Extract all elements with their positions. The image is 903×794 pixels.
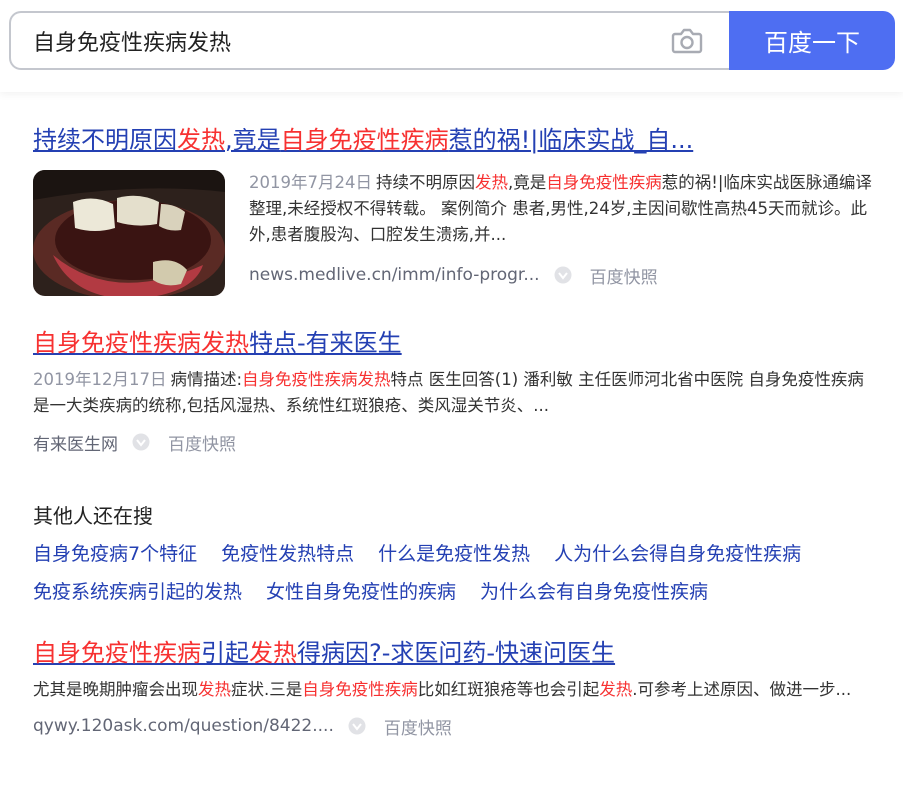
result-snippet-1: 2019年7月24日 持续不明原因发热,竟是自身免疫性疾病惹的祸!|临床实战医脉通… bbox=[249, 170, 879, 248]
text-segment: 症状.三是 bbox=[231, 680, 303, 699]
text-segment: 得病因?-求医问药-快速问医生 bbox=[297, 639, 616, 667]
search-input[interactable] bbox=[33, 13, 653, 68]
search-header: 百度一下 bbox=[0, 0, 903, 92]
text-segment: 持续不明原因 bbox=[376, 173, 475, 192]
cache-link-3[interactable]: 百度快照 bbox=[384, 714, 452, 739]
result-source-row-3: qywy.120ask.com/question/8422.... 百度快照 bbox=[33, 713, 873, 739]
result-date-1: 2019年7月24日 bbox=[249, 173, 372, 192]
result-source-2[interactable]: 有来医生网 bbox=[33, 430, 118, 455]
text-segment: ,竟是 bbox=[225, 126, 281, 154]
text-segment: 病情描述: bbox=[170, 370, 243, 389]
highlighted-keyword: 发热 bbox=[177, 126, 225, 154]
result-source-row-1: news.medlive.cn/imm/info-progr... 百度快照 bbox=[249, 262, 879, 288]
related-search-link[interactable]: 人为什么会得自身免疫性疾病 bbox=[554, 539, 801, 566]
search-box[interactable] bbox=[9, 11, 733, 70]
shield-icon[interactable] bbox=[348, 717, 366, 735]
related-search-link[interactable]: 免疫性发热特点 bbox=[221, 539, 354, 566]
highlighted-keyword: 自身免疫性疾病 bbox=[302, 680, 418, 699]
cache-link-2[interactable]: 百度快照 bbox=[168, 430, 236, 455]
cache-link-1[interactable]: 百度快照 bbox=[590, 263, 658, 288]
highlighted-keyword: 发热 bbox=[475, 173, 508, 192]
related-searches-row-2: 免疫系统疾病引起的发热 女性自身免疫性的疾病 为什么会有自身免疫性疾病 bbox=[33, 577, 708, 604]
related-search-link[interactable]: 女性自身免疫性的疾病 bbox=[266, 577, 456, 604]
mouth-image-icon bbox=[33, 170, 225, 296]
highlighted-keyword: 发热 bbox=[249, 639, 297, 667]
related-searches-heading: 其他人还在搜 bbox=[33, 504, 153, 528]
text-segment: 比如红斑狼疮等也会引起 bbox=[417, 680, 600, 699]
camera-icon[interactable] bbox=[671, 27, 703, 55]
text-segment: ,竟是 bbox=[508, 173, 547, 192]
text-segment: .可参考上述原因、做进一步... bbox=[632, 680, 852, 699]
result-snippet-3: 尤其是晚期肿瘤会出现发热症状.三是自身免疫性疾病比如红斑狼疮等也会引起发热.可参… bbox=[33, 677, 873, 703]
search-button[interactable]: 百度一下 bbox=[729, 11, 895, 70]
result-source-3[interactable]: qywy.120ask.com/question/8422.... bbox=[33, 716, 334, 736]
result-title-1[interactable]: 持续不明原因发热,竟是自身免疫性疾病惹的祸!|临床实战_自... bbox=[33, 124, 883, 156]
related-search-link[interactable]: 免疫系统疾病引起的发热 bbox=[33, 577, 242, 604]
result-source-row-2: 有来医生网 百度快照 bbox=[33, 429, 873, 455]
search-result-2: 自身免疫性疾病发热特点-有来医生 2019年12月17日 病情描述:自身免疫性疾病… bbox=[33, 327, 873, 455]
result-thumbnail-1[interactable] bbox=[33, 170, 225, 296]
related-search-link[interactable]: 为什么会有自身免疫性疾病 bbox=[480, 577, 708, 604]
result-date-2: 2019年12月17日 bbox=[33, 370, 167, 389]
text-segment: 惹的祸!|临床实战_自... bbox=[448, 126, 694, 154]
text-segment: 持续不明原因 bbox=[33, 126, 177, 154]
related-search-link[interactable]: 自身免疫病7个特征 bbox=[33, 539, 197, 566]
result-title-3[interactable]: 自身免疫性疾病引起发热得病因?-求医问药-快速问医生 bbox=[33, 637, 873, 669]
highlighted-keyword: 自身免疫性疾病 bbox=[546, 173, 662, 192]
related-searches-row-1: 自身免疫病7个特征 免疫性发热特点 什么是免疫性发热 人为什么会得自身免疫性疾病 bbox=[33, 539, 801, 566]
shield-icon[interactable] bbox=[132, 433, 150, 451]
result-title-2[interactable]: 自身免疫性疾病发热特点-有来医生 bbox=[33, 327, 873, 359]
result-snippet-2: 2019年12月17日 病情描述:自身免疫性疾病发热特点 医生回答(1) 潘利敏 … bbox=[33, 367, 873, 419]
text-segment: 引起 bbox=[201, 639, 249, 667]
highlighted-keyword: 自身免疫性疾病发热 bbox=[33, 329, 249, 357]
result-snippet-text-3: 尤其是晚期肿瘤会出现发热症状.三是自身免疫性疾病比如红斑狼疮等也会引起发热.可参… bbox=[33, 680, 851, 699]
highlighted-keyword: 自身免疫性疾病发热 bbox=[242, 370, 391, 389]
highlighted-keyword: 发热 bbox=[198, 680, 231, 699]
text-segment: 尤其是晚期肿瘤会出现 bbox=[33, 680, 198, 699]
highlighted-keyword: 自身免疫性疾病 bbox=[33, 639, 201, 667]
text-segment: 特点-有来医生 bbox=[249, 329, 402, 357]
highlighted-keyword: 自身免疫性疾病 bbox=[280, 126, 449, 154]
search-result-1: 持续不明原因发热,竟是自身免疫性疾病惹的祸!|临床实战_自... 2019年7月… bbox=[33, 124, 883, 296]
search-result-3: 自身免疫性疾病引起发热得病因?-求医问药-快速问医生 尤其是晚期肿瘤会出现发热症… bbox=[33, 637, 873, 739]
shield-icon[interactable] bbox=[554, 266, 572, 284]
related-search-link[interactable]: 什么是免疫性发热 bbox=[378, 539, 530, 566]
highlighted-keyword: 发热 bbox=[599, 680, 633, 699]
result-source-1[interactable]: news.medlive.cn/imm/info-progr... bbox=[249, 265, 540, 285]
